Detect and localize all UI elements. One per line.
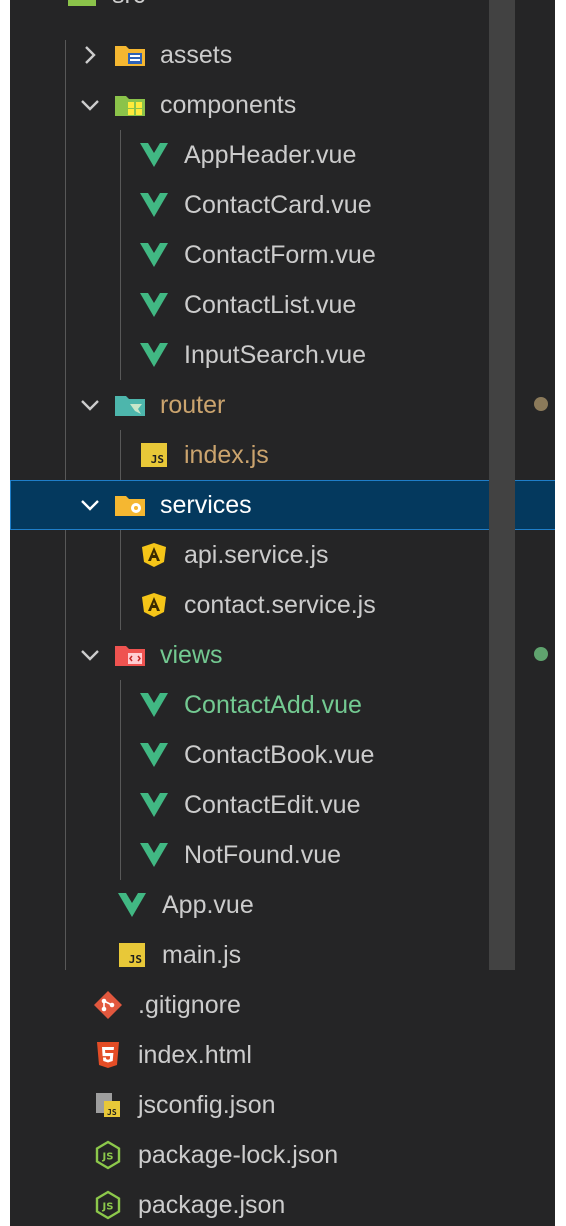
tree-file-api-service[interactable]: api.service.js xyxy=(10,530,555,580)
folder-router-icon xyxy=(114,389,146,421)
folder-label: views xyxy=(160,640,223,669)
vue-file-icon xyxy=(138,289,170,321)
tree-file-main-js[interactable]: JS main.js xyxy=(10,930,555,980)
untracked-indicator-dot xyxy=(534,647,548,661)
tree-folder-router[interactable]: router xyxy=(10,380,555,430)
file-label: AppHeader.vue xyxy=(184,140,357,169)
vue-file-icon xyxy=(138,239,170,271)
svg-text:JS: JS xyxy=(102,1152,114,1163)
tree-file-contact-service[interactable]: contact.service.js xyxy=(10,580,555,630)
file-label: package-lock.json xyxy=(138,1140,339,1169)
file-label: jsconfig.json xyxy=(138,1090,276,1119)
tree-file-jsconfig[interactable]: JS jsconfig.json xyxy=(10,1080,555,1130)
tree-file-contactlist[interactable]: ContactList.vue xyxy=(10,280,555,330)
vue-file-icon xyxy=(138,689,170,721)
file-label: ContactEdit.vue xyxy=(184,790,361,819)
tree-folder-assets[interactable]: assets xyxy=(10,30,555,80)
vue-file-icon xyxy=(138,189,170,221)
file-label: index.js xyxy=(184,440,269,469)
tree-folder-src[interactable]: src xyxy=(10,0,524,20)
file-label: InputSearch.vue xyxy=(184,340,367,369)
folder-services-icon xyxy=(114,489,146,521)
javascript-file-icon: JS xyxy=(138,439,170,471)
file-label: NotFound.vue xyxy=(184,840,342,869)
file-label: contact.service.js xyxy=(184,590,376,619)
file-label: package.json xyxy=(138,1190,286,1219)
tree-file-package-json[interactable]: JS package.json xyxy=(10,1180,555,1226)
tree-folder-views[interactable]: views xyxy=(10,630,555,680)
file-label: ContactList.vue xyxy=(184,290,357,319)
jsconfig-file-icon: JS xyxy=(92,1089,124,1121)
chevron-down-icon xyxy=(78,640,102,670)
git-icon xyxy=(92,989,124,1021)
tree-file-index-html[interactable]: index.html xyxy=(10,1030,555,1080)
vue-file-icon xyxy=(138,739,170,771)
file-label: main.js xyxy=(162,940,242,969)
file-label: .gitignore xyxy=(138,990,241,1019)
nodejs-icon: JS xyxy=(92,1139,124,1171)
file-label: ContactForm.vue xyxy=(184,240,376,269)
svg-text:JS: JS xyxy=(102,1202,114,1213)
file-label: App.vue xyxy=(162,890,254,919)
file-explorer-panel: src assets components AppHeader.vue xyxy=(10,0,555,1226)
folder-components-icon xyxy=(114,89,146,121)
nodejs-icon: JS xyxy=(92,1189,124,1221)
file-label: index.html xyxy=(138,1040,252,1069)
angular-service-icon xyxy=(138,589,170,621)
file-label: ContactAdd.vue xyxy=(184,690,362,719)
tree-file-contactadd[interactable]: ContactAdd.vue U xyxy=(10,680,555,730)
vue-file-icon xyxy=(138,789,170,821)
vue-file-icon xyxy=(138,139,170,171)
tree-folder-services[interactable]: services xyxy=(10,480,555,530)
folder-src-icon xyxy=(66,0,98,11)
folder-label: router xyxy=(160,390,226,419)
folder-views-icon xyxy=(114,639,146,671)
tree-file-appheader[interactable]: AppHeader.vue xyxy=(10,130,555,180)
folder-assets-icon xyxy=(114,39,146,71)
modified-indicator-dot xyxy=(534,397,548,411)
vue-file-icon xyxy=(138,839,170,871)
chevron-down-icon xyxy=(78,490,102,520)
tree-file-router-index[interactable]: JS index.js M xyxy=(10,430,555,480)
vertical-scrollbar[interactable] xyxy=(489,0,515,970)
angular-service-icon xyxy=(138,539,170,571)
tree-file-contactcard[interactable]: ContactCard.vue xyxy=(10,180,555,230)
tree-file-contactbook[interactable]: ContactBook.vue xyxy=(10,730,555,780)
chevron-right-icon xyxy=(78,40,102,70)
svg-text:JS: JS xyxy=(107,1108,117,1117)
html5-icon xyxy=(92,1039,124,1071)
chevron-down-icon xyxy=(78,390,102,420)
tree-file-package-lock[interactable]: JS package-lock.json xyxy=(10,1130,555,1180)
tree-file-inputsearch[interactable]: InputSearch.vue xyxy=(10,330,555,380)
folder-label: components xyxy=(160,90,297,119)
folder-label: services xyxy=(160,490,252,519)
tree-file-app-vue[interactable]: App.vue xyxy=(10,880,555,930)
vue-file-icon xyxy=(138,339,170,371)
tree-file-contactform[interactable]: ContactForm.vue xyxy=(10,230,555,280)
file-label: ContactBook.vue xyxy=(184,740,375,769)
file-label: ContactCard.vue xyxy=(184,190,372,219)
folder-label: assets xyxy=(160,40,233,69)
tree-file-notfound[interactable]: NotFound.vue xyxy=(10,830,555,880)
chevron-down-icon xyxy=(78,90,102,120)
tree-folder-components[interactable]: components xyxy=(10,80,555,130)
vue-file-icon xyxy=(116,889,148,921)
tree-file-contactedit[interactable]: ContactEdit.vue xyxy=(10,780,555,830)
javascript-file-icon: JS xyxy=(116,939,148,971)
folder-label: src xyxy=(112,0,145,10)
tree-file-gitignore[interactable]: .gitignore xyxy=(10,980,555,1030)
file-label: api.service.js xyxy=(184,540,329,569)
